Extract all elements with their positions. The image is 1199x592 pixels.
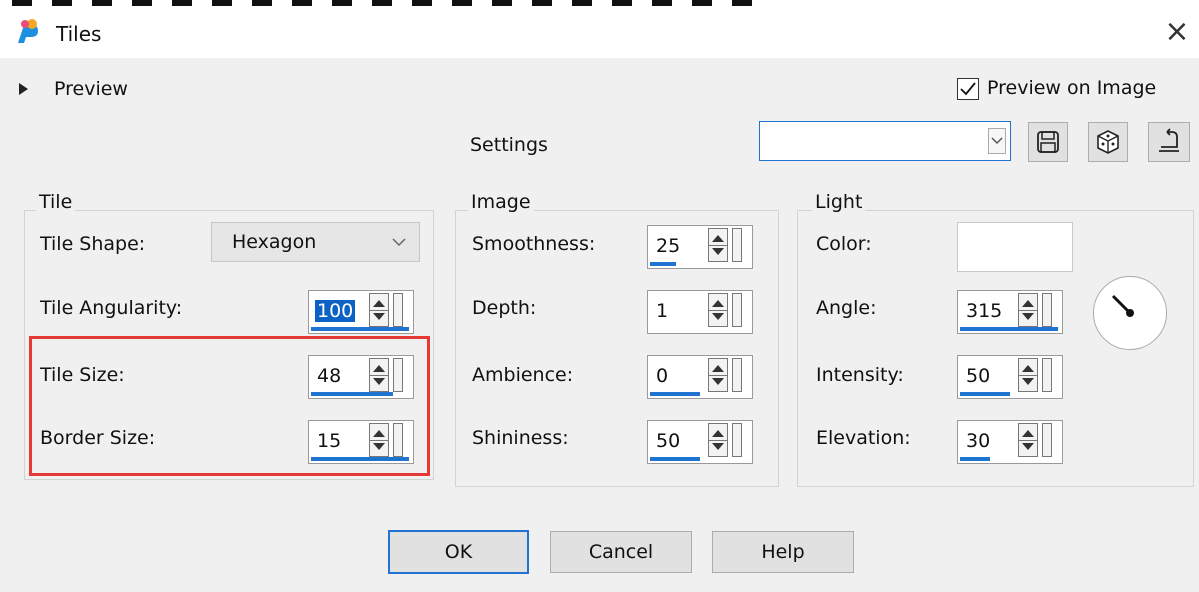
light-elevation-spinner[interactable]: 30	[957, 420, 1063, 464]
help-button[interactable]: Help	[712, 531, 854, 573]
app-icon	[18, 19, 38, 43]
light-elevation-stepper[interactable]	[1018, 423, 1038, 457]
shininess-stepper[interactable]	[708, 423, 728, 457]
depth-value[interactable]: 1	[656, 300, 668, 322]
light-elevation-fine-stepper[interactable]	[1042, 423, 1052, 457]
image-group-legend: Image	[468, 191, 534, 213]
dice-icon	[1097, 130, 1119, 154]
light-elevation-level	[960, 457, 990, 461]
smoothness-fine-stepper[interactable]	[732, 228, 742, 262]
light-group-legend: Light	[812, 191, 866, 213]
checkmark-icon	[960, 82, 976, 96]
settings-preset-combobox[interactable]	[759, 121, 1011, 161]
ambience-level	[650, 392, 700, 396]
tile-angularity-level	[311, 327, 409, 331]
dial-pointer-icon	[1111, 294, 1134, 317]
preview-label: Preview	[54, 78, 128, 100]
window-title: Tiles	[56, 22, 102, 46]
ok-button[interactable]: OK	[388, 530, 529, 574]
smoothness-value[interactable]: 25	[656, 235, 680, 257]
smoothness-label: Smoothness:	[472, 233, 596, 255]
triangle-right-icon	[19, 83, 28, 95]
shininess-label: Shininess:	[472, 427, 569, 449]
highlight-frame	[29, 336, 430, 476]
light-direction-dial[interactable]	[1093, 276, 1167, 350]
close-icon[interactable]: ×	[1160, 12, 1194, 52]
depth-fine-stepper[interactable]	[732, 293, 742, 327]
tile-shape-label: Tile Shape:	[40, 233, 146, 255]
background-strip	[0, 0, 1199, 8]
light-angle-value[interactable]: 315	[966, 300, 1002, 322]
ambience-value[interactable]: 0	[656, 365, 668, 387]
tile-angularity-value[interactable]: 100	[315, 300, 356, 322]
light-angle-stepper[interactable]	[1018, 293, 1038, 327]
light-intensity-value[interactable]: 50	[966, 365, 990, 387]
tile-angularity-spinner[interactable]: 100	[308, 290, 414, 334]
tile-angularity-stepper[interactable]	[369, 293, 389, 327]
light-intensity-stepper[interactable]	[1018, 358, 1038, 392]
preview-on-image-label: Preview on Image	[987, 77, 1157, 99]
ambience-label: Ambience:	[472, 364, 574, 386]
ambience-spinner[interactable]: 0	[647, 355, 753, 399]
light-elevation-value[interactable]: 30	[966, 430, 990, 452]
tile-angularity-fine-stepper[interactable]	[393, 293, 403, 327]
depth-spinner[interactable]: 1	[647, 290, 753, 334]
light-intensity-label: Intensity:	[816, 364, 904, 386]
light-color-label: Color:	[816, 233, 872, 255]
depth-stepper[interactable]	[708, 293, 728, 327]
reset-icon	[1159, 128, 1179, 152]
smoothness-spinner[interactable]: 25	[647, 225, 753, 269]
tile-angularity-label: Tile Angularity:	[40, 297, 183, 319]
title-bar	[0, 8, 1199, 58]
reset-defaults-button[interactable]	[1148, 122, 1190, 162]
light-angle-level	[960, 327, 1058, 331]
tile-shape-value: Hexagon	[232, 231, 317, 253]
light-intensity-level	[960, 392, 1010, 396]
light-color-swatch[interactable]	[957, 222, 1073, 272]
ambience-fine-stepper[interactable]	[732, 358, 742, 392]
settings-label: Settings	[470, 134, 548, 156]
preview-on-image-checkbox[interactable]: Preview on Image	[955, 76, 1175, 104]
depth-label: Depth:	[472, 297, 537, 319]
shininess-fine-stepper[interactable]	[732, 423, 742, 457]
light-intensity-spinner[interactable]: 50	[957, 355, 1063, 399]
light-angle-fine-stepper[interactable]	[1042, 293, 1052, 327]
smoothness-stepper[interactable]	[708, 228, 728, 262]
shininess-level	[650, 457, 700, 461]
tile-shape-dropdown[interactable]: Hexagon	[211, 222, 420, 262]
randomize-button[interactable]	[1088, 122, 1128, 162]
shininess-value[interactable]: 50	[656, 430, 680, 452]
chevron-down-icon	[392, 238, 406, 247]
shininess-spinner[interactable]: 50	[647, 420, 753, 464]
chevron-down-icon[interactable]	[988, 128, 1006, 154]
light-intensity-fine-stepper[interactable]	[1042, 358, 1052, 392]
ambience-stepper[interactable]	[708, 358, 728, 392]
cancel-button[interactable]: Cancel	[550, 531, 692, 573]
light-elevation-label: Elevation:	[816, 427, 911, 449]
save-icon	[1037, 131, 1059, 153]
light-angle-label: Angle:	[816, 297, 877, 319]
save-preset-button[interactable]	[1028, 122, 1068, 162]
light-angle-spinner[interactable]: 315	[957, 290, 1063, 334]
smoothness-level	[650, 262, 676, 266]
tile-group-legend: Tile	[36, 191, 76, 213]
